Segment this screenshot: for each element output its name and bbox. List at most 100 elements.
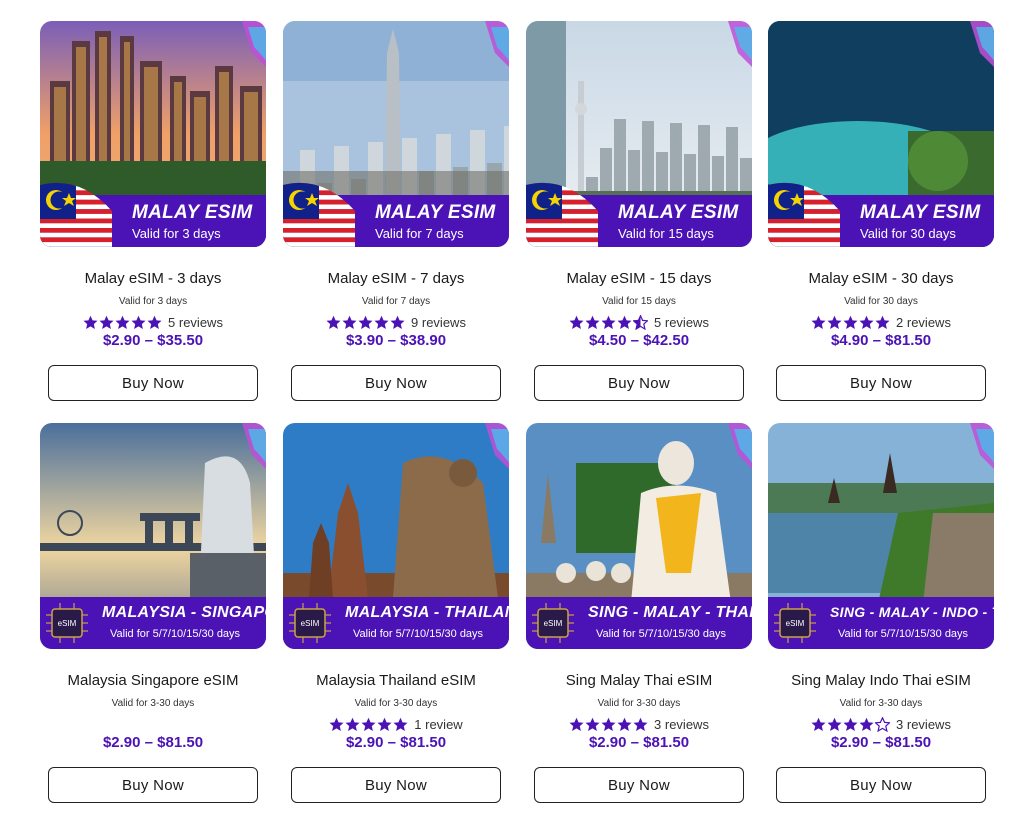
star-full-icon <box>843 315 858 329</box>
product-card[interactable]: MALAYSIA - SINGAPORE Valid for 5/7/10/15… <box>40 423 266 803</box>
star-half-icon <box>633 314 649 330</box>
product-image[interactable]: MALAYSIA - THAILAND Valid for 5/7/10/15/… <box>283 423 509 649</box>
star-full-icon <box>617 315 632 329</box>
product-price: $2.90 – $35.50 <box>102 332 204 349</box>
product-name[interactable]: Malaysia Singapore eSIM <box>40 672 266 689</box>
product-name[interactable]: Sing Malay Indo Thai eSIM <box>768 672 994 689</box>
buy-now-button[interactable]: Buy Now <box>776 365 986 401</box>
product-rating: 5 reviews <box>40 313 266 331</box>
banner-subtitle: Valid for 7 days <box>375 226 464 241</box>
product-rating: 1 review <box>283 715 509 733</box>
banner-title: MALAY ESIM <box>860 202 981 223</box>
malaysia-flag-icon <box>40 182 112 247</box>
buy-now-button[interactable]: Buy Now <box>48 365 258 401</box>
product-name[interactable]: Malay eSIM - 30 days <box>768 270 994 287</box>
brand-logo-icon <box>242 423 266 469</box>
product-card[interactable]: SING - MALAY - THAI Valid for 5/7/10/15/… <box>526 423 752 803</box>
product-card[interactable]: MALAY ESIM Valid for 3 days Malay eSIM -… <box>40 21 266 401</box>
product-rating: 2 reviews <box>768 313 994 331</box>
review-count[interactable]: 5 reviews <box>168 315 223 330</box>
buy-now-button[interactable]: Buy Now <box>48 767 258 803</box>
rating-stars <box>569 717 648 732</box>
rating-stars <box>811 315 890 330</box>
star-full-icon <box>345 717 360 731</box>
product-validity: Valid for 3-30 days <box>111 698 195 709</box>
banner-subtitle: Valid for 5/7/10/15/30 days <box>596 628 727 640</box>
buy-now-button[interactable]: Buy Now <box>534 365 744 401</box>
star-full-icon <box>569 315 584 329</box>
star-full-icon <box>859 717 874 731</box>
star-full-icon <box>358 315 373 329</box>
star-full-icon <box>326 315 341 329</box>
product-name[interactable]: Malay eSIM - 7 days <box>283 270 509 287</box>
product-card[interactable]: MALAYSIA - THAILAND Valid for 5/7/10/15/… <box>283 423 509 803</box>
star-full-icon <box>811 717 826 731</box>
banner-subtitle: Valid for 5/7/10/15/30 days <box>110 628 241 640</box>
review-count[interactable]: 3 reviews <box>896 717 951 732</box>
star-full-icon <box>83 315 98 329</box>
product-validity: Valid for 7 days <box>361 296 431 307</box>
buy-now-button[interactable]: Buy Now <box>534 767 744 803</box>
star-full-icon <box>585 315 600 329</box>
product-rating: 3 reviews <box>526 715 752 733</box>
product-image[interactable]: SING - MALAY - INDO - THAI Valid for 5/7… <box>768 423 994 649</box>
product-name[interactable]: Malaysia Thailand eSIM <box>283 672 509 689</box>
esim-chip-icon: eSIM <box>46 603 88 643</box>
product-price: $3.90 – $38.90 <box>345 332 447 349</box>
esim-chip-icon: eSIM <box>289 603 331 643</box>
brand-logo-icon <box>728 21 752 67</box>
product-image[interactable]: SING - MALAY - THAI Valid for 5/7/10/15/… <box>526 423 752 649</box>
malaysia-flag-icon <box>526 182 598 247</box>
banner-subtitle: Valid for 30 days <box>860 226 956 241</box>
star-full-icon <box>875 315 890 329</box>
product-image[interactable]: MALAY ESIM Valid for 7 days <box>283 21 509 247</box>
banner-subtitle: Valid for 3 days <box>132 226 221 241</box>
review-count[interactable]: 5 reviews <box>654 315 709 330</box>
product-card[interactable]: MALAY ESIM Valid for 7 days Malay eSIM -… <box>283 21 509 401</box>
rating-stars <box>811 716 891 732</box>
star-full-icon <box>859 315 874 329</box>
buy-now-button[interactable]: Buy Now <box>291 767 501 803</box>
buy-now-button[interactable]: Buy Now <box>291 365 501 401</box>
star-full-icon <box>601 315 616 329</box>
banner-title: SING - MALAY - THAI <box>588 604 752 621</box>
product-rating <box>40 715 266 733</box>
review-count[interactable]: 9 reviews <box>411 315 466 330</box>
review-count[interactable]: 2 reviews <box>896 315 951 330</box>
malaysia-flag-icon <box>283 182 355 247</box>
product-validity: Valid for 30 days <box>844 296 918 307</box>
product-grid: MALAY ESIM Valid for 3 days Malay eSIM -… <box>0 0 1024 823</box>
product-price: $2.90 – $81.50 <box>102 734 204 751</box>
product-card[interactable]: MALAY ESIM Valid for 15 days Malay eSIM … <box>526 21 752 401</box>
product-price: $2.90 – $81.50 <box>830 734 932 751</box>
product-name[interactable]: Malay eSIM - 15 days <box>526 270 752 287</box>
review-count[interactable]: 1 review <box>414 717 462 732</box>
product-name[interactable]: Malay eSIM - 3 days <box>40 270 266 287</box>
product-rating: 5 reviews <box>526 313 752 331</box>
star-full-icon <box>390 315 405 329</box>
star-full-icon <box>827 717 842 731</box>
product-image[interactable]: MALAY ESIM Valid for 15 days <box>526 21 752 247</box>
star-full-icon <box>617 717 632 731</box>
esim-chip-icon: eSIM <box>532 603 574 643</box>
star-full-icon <box>601 717 616 731</box>
product-image[interactable]: MALAY ESIM Valid for 30 days <box>768 21 994 247</box>
banner-subtitle: Valid for 15 days <box>618 226 714 241</box>
banner-title: SING - MALAY - INDO - THAI <box>830 604 994 620</box>
review-count[interactable]: 3 reviews <box>654 717 709 732</box>
product-image[interactable]: MALAY ESIM Valid for 3 days <box>40 21 266 247</box>
product-image[interactable]: MALAYSIA - SINGAPORE Valid for 5/7/10/15… <box>40 423 266 649</box>
product-validity: Valid for 3-30 days <box>839 698 923 709</box>
brand-logo-icon <box>485 21 509 67</box>
product-name[interactable]: Sing Malay Thai eSIM <box>526 672 752 689</box>
brand-logo-icon <box>970 423 994 469</box>
star-full-icon <box>361 717 376 731</box>
brand-logo-icon <box>485 423 509 469</box>
star-full-icon <box>569 717 584 731</box>
buy-now-button[interactable]: Buy Now <box>776 767 986 803</box>
product-card[interactable]: SING - MALAY - INDO - THAI Valid for 5/7… <box>768 423 994 803</box>
product-rating: 9 reviews <box>283 313 509 331</box>
product-card[interactable]: MALAY ESIM Valid for 30 days Malay eSIM … <box>768 21 994 401</box>
star-full-icon <box>131 315 146 329</box>
star-full-icon <box>374 315 389 329</box>
